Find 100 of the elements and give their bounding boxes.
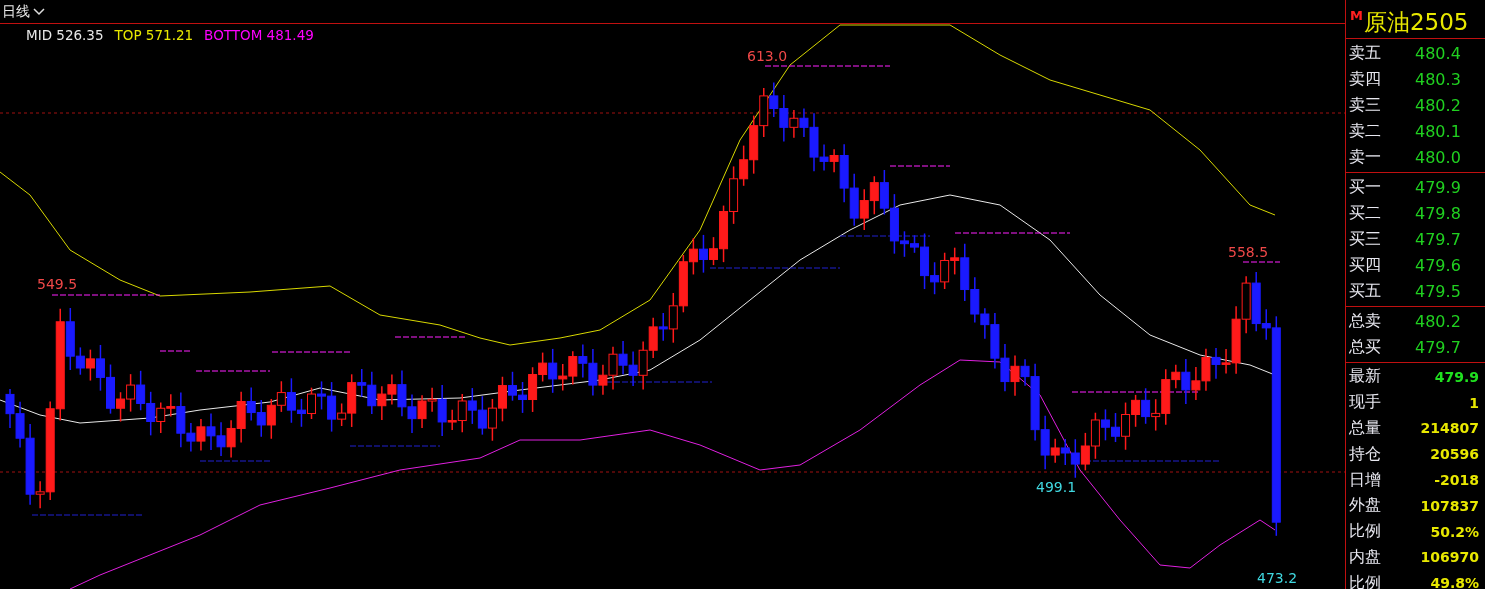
candlestick	[759, 87, 769, 138]
stat-value: 1	[1469, 394, 1479, 411]
candlestick	[206, 412, 216, 451]
candlestick	[568, 350, 578, 386]
stat-label: 现手	[1349, 392, 1382, 414]
order-price: 479.5	[1415, 281, 1461, 301]
stat-label: 外盘	[1349, 495, 1382, 517]
candlestick	[266, 398, 276, 440]
candlestick	[739, 144, 749, 187]
candlestick	[749, 114, 759, 175]
candlestick	[85, 348, 95, 382]
order-price: 480.0	[1415, 147, 1461, 167]
indicator-value: BOTTOM 481.49	[204, 27, 314, 43]
candlestick	[1000, 343, 1010, 393]
symbol-title: 原油2505	[1363, 8, 1469, 37]
order-price: 480.2	[1415, 95, 1461, 115]
candlestick	[307, 386, 316, 420]
candlestick	[126, 373, 136, 413]
candlestick	[95, 344, 105, 392]
candlestick	[638, 340, 648, 391]
order-price: 480.3	[1415, 69, 1461, 89]
candlestick	[628, 350, 638, 387]
indicator-value: MID 526.35	[26, 27, 104, 43]
candlestick	[698, 234, 708, 274]
total-price: 479.7	[1415, 337, 1461, 357]
order-label: 买五	[1349, 280, 1382, 302]
order-price: 479.9	[1415, 177, 1461, 197]
candlestick	[136, 370, 146, 411]
order-label: 买二	[1349, 202, 1382, 224]
candlestick	[940, 252, 950, 290]
stat-value: 106970	[1420, 549, 1479, 566]
candlestick	[417, 394, 427, 429]
stat-value: 214807	[1420, 420, 1479, 437]
candlestick	[226, 419, 236, 459]
candlestick	[769, 81, 779, 118]
stat-value: 20596	[1430, 446, 1479, 463]
indicator-value: TOP 571.21	[114, 27, 194, 43]
candlestick	[216, 421, 226, 457]
candlestick	[146, 391, 156, 437]
total-price: 480.2	[1415, 311, 1461, 331]
order-price: 479.6	[1415, 255, 1461, 275]
stat-label: 最新	[1349, 366, 1382, 388]
price-label: 613.0	[747, 48, 788, 64]
candlestick	[618, 340, 628, 376]
price-label: 473.2	[1257, 570, 1298, 586]
order-label: 卖二	[1349, 120, 1382, 142]
stat-label: 内盘	[1349, 546, 1382, 568]
period-dropdown[interactable]: 日线	[0, 2, 47, 21]
stat-label: 比例	[1349, 572, 1382, 589]
candlestick	[518, 381, 528, 414]
stat-value: -2018	[1434, 472, 1479, 489]
candlestick	[608, 346, 618, 391]
order-label: 买四	[1349, 254, 1382, 276]
total-label: 总买	[1349, 336, 1382, 358]
stat-value: 107837	[1420, 497, 1479, 514]
candlestick	[849, 173, 859, 227]
stat-label: 总量	[1349, 418, 1382, 439]
candlestick	[1211, 347, 1221, 380]
candlestick	[487, 398, 497, 442]
order-price: 479.7	[1415, 229, 1461, 249]
candlestick	[477, 395, 487, 436]
price-label: 499.1	[1036, 479, 1077, 495]
candlestick	[467, 387, 477, 425]
candlestick	[156, 401, 166, 434]
chevron-down-icon	[33, 7, 45, 16]
candlestick	[1141, 387, 1151, 425]
candlestick	[729, 165, 739, 225]
candlestick	[256, 399, 266, 438]
total-label: 总卖	[1349, 310, 1382, 332]
price-label: 549.5	[37, 276, 78, 292]
stat-label: 比例	[1349, 521, 1382, 543]
candlestick	[578, 343, 588, 379]
flag-label: M	[1350, 8, 1363, 23]
order-label: 卖五	[1349, 42, 1382, 64]
order-label: 买一	[1349, 176, 1382, 198]
stat-value: 49.8%	[1430, 575, 1479, 589]
stat-label: 持仓	[1349, 443, 1382, 465]
candlestick	[1191, 366, 1201, 401]
order-price: 480.4	[1415, 43, 1461, 63]
order-label: 卖三	[1349, 94, 1382, 116]
stat-value: 50.2%	[1430, 523, 1479, 540]
order-label: 买三	[1349, 228, 1382, 250]
order-label: 卖四	[1349, 68, 1382, 90]
candlestick	[869, 175, 879, 216]
order-price: 479.8	[1415, 203, 1461, 223]
candlestick	[377, 385, 387, 421]
candlestick	[1201, 348, 1211, 392]
candlestick	[859, 188, 869, 231]
candlestick	[1241, 275, 1251, 334]
candlestick	[1080, 432, 1090, 472]
candlestick	[407, 393, 417, 434]
candlestick	[5, 388, 15, 429]
candlestick	[196, 418, 206, 452]
candlestick	[879, 169, 889, 216]
price-label: 558.5	[1228, 244, 1269, 260]
order-label: 卖一	[1349, 146, 1382, 168]
candlestick	[276, 380, 286, 413]
stat-label: 日增	[1349, 469, 1382, 491]
order-price: 480.1	[1415, 121, 1461, 141]
stat-value: 479.9	[1434, 368, 1479, 385]
